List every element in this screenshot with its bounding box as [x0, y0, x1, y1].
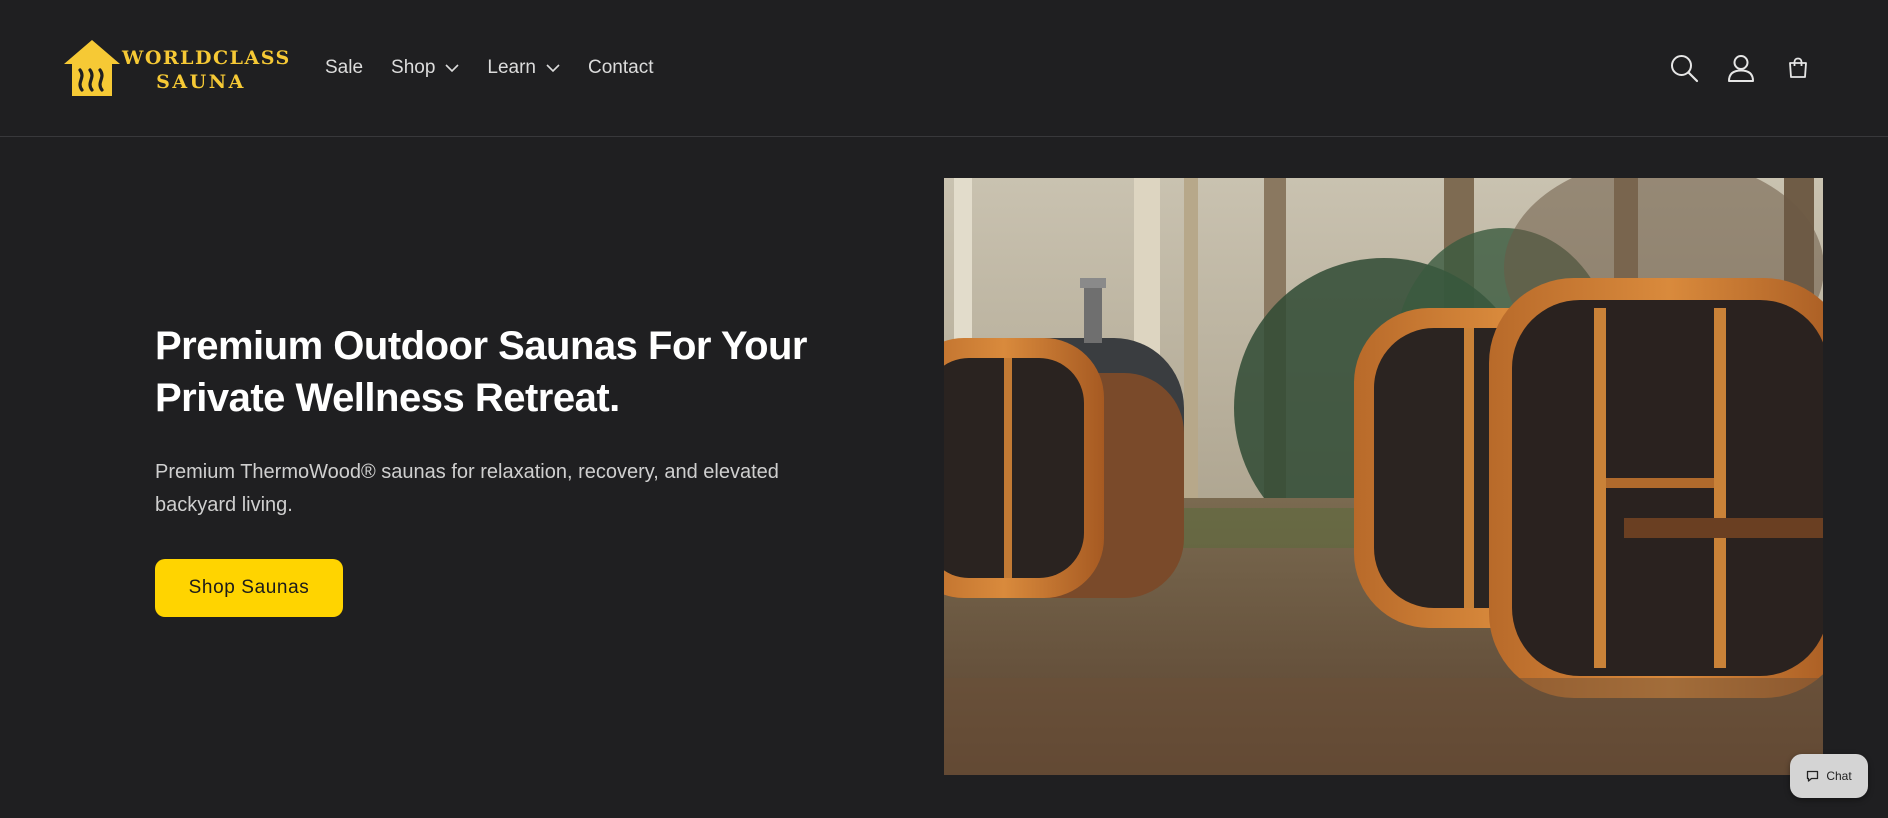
brand-name-line2: SAUNA — [156, 71, 246, 93]
house-steam-icon — [64, 40, 120, 96]
nav-item-label: Sale — [325, 57, 364, 78]
chevron-down-icon — [546, 64, 560, 73]
nav-item-label: Shop — [391, 57, 436, 78]
site-header: WORLDCLASS SAUNA Sale Shop Learn Contact — [0, 0, 1888, 137]
main-nav: Sale Shop Learn Contact — [325, 54, 682, 82]
chat-button[interactable]: Chat — [1790, 754, 1868, 798]
brand-name-line1: WORLDCLASS — [122, 47, 291, 69]
hero-image — [944, 178, 1823, 775]
nav-item-label: Learn — [487, 57, 537, 78]
brand-name: WORLDCLASS SAUNA — [122, 46, 291, 94]
cart-button[interactable] — [1780, 50, 1816, 86]
nav-item-contact[interactable]: Contact — [588, 57, 653, 79]
account-icon — [1728, 55, 1754, 82]
brand-logo[interactable]: WORLDCLASS SAUNA — [62, 38, 291, 100]
header-actions — [1666, 50, 1816, 86]
chevron-down-icon — [445, 64, 459, 73]
outdoor-cube-saunas-photo — [944, 178, 1823, 775]
search-icon — [1671, 55, 1699, 83]
chat-bubble-icon — [1807, 770, 1819, 782]
cart-icon — [1789, 57, 1807, 78]
chat-label: Chat — [1826, 769, 1852, 783]
shop-saunas-button[interactable]: Shop Saunas — [155, 559, 343, 617]
nav-item-sale[interactable]: Sale — [325, 57, 363, 79]
hero-subtitle: Premium ThermoWood® saunas for relaxatio… — [155, 461, 779, 516]
hero-content: Premium Outdoor Saunas For Your Private … — [155, 320, 845, 522]
nav-item-learn[interactable]: Learn — [487, 57, 560, 79]
nav-item-shop[interactable]: Shop — [391, 57, 459, 79]
hero-title: Premium Outdoor Saunas For Your Private … — [155, 324, 808, 420]
account-button[interactable] — [1723, 50, 1759, 86]
search-button[interactable] — [1666, 50, 1702, 86]
nav-item-label: Contact — [588, 57, 654, 78]
